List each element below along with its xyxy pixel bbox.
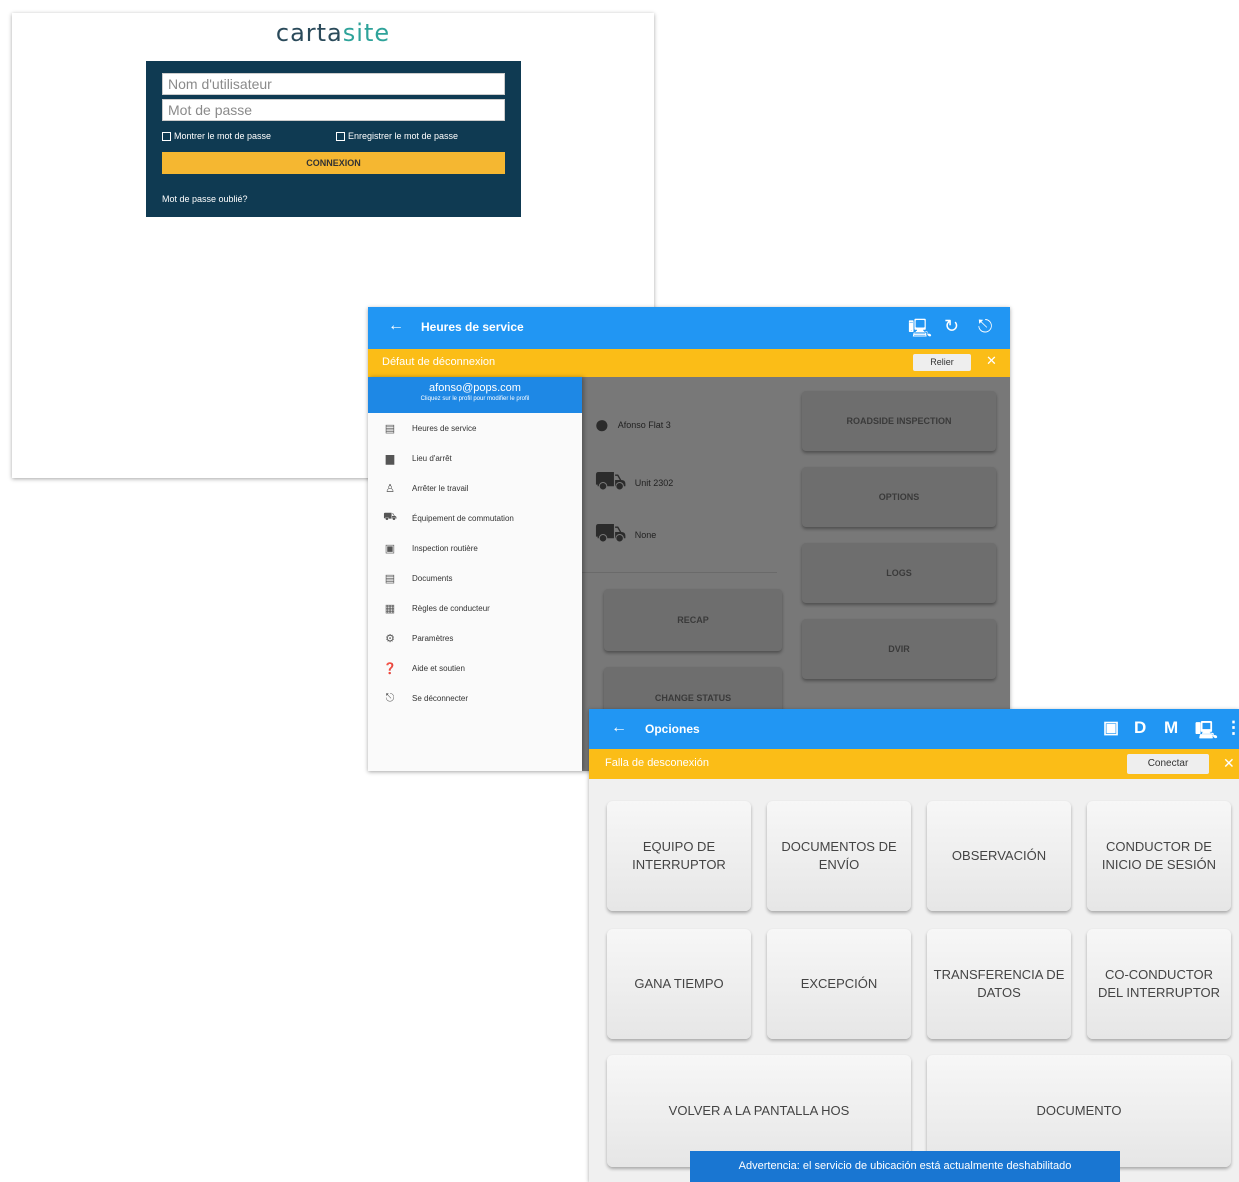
opciones-warning-bar: Falla de desconexión Conectar ✕ xyxy=(589,749,1239,779)
drawer-item-label: Aide et soutien xyxy=(412,663,465,673)
save-password-label: Enregistrer le mot de passe xyxy=(348,131,459,141)
opciones-screen: ← Opciones ▣ D M 🖳 ⋮ Falla de desconexió… xyxy=(589,709,1239,1182)
drawer-subtitle: Cliquez sur le profil pour modifier le p… xyxy=(420,396,530,402)
recap-button[interactable]: RECAP xyxy=(604,589,782,651)
driver-info-card: ● Afonso Flat 3 ⛟ Unit 2302 ⛟ None xyxy=(582,377,777,573)
document-icon: ▤ xyxy=(384,572,396,585)
close-icon[interactable]: ✕ xyxy=(986,353,997,369)
drawer-item-label: Heures de service xyxy=(412,423,477,433)
truck-icon: ⛟ xyxy=(383,511,397,523)
rules-icon: ▦ xyxy=(384,602,396,615)
drawer-item-label: Documents xyxy=(412,573,453,583)
driver-row: ● Afonso Flat 3 xyxy=(594,409,671,440)
forgot-password-link[interactable]: Mot de passe oublié? xyxy=(162,194,248,204)
hos-screen: ← Heures de service 🖳 ↻ ⎋ Défaut de déco… xyxy=(368,307,1010,771)
drawer-item-logout[interactable]: ⎋ Se déconnecter xyxy=(368,683,582,713)
conectar-button[interactable]: Conectar xyxy=(1127,754,1209,774)
trailer-row: ⛟ None xyxy=(594,517,656,552)
device-icon[interactable]: 🖳 xyxy=(908,316,932,346)
drawer-item-label: Arrêter le travail xyxy=(412,483,469,493)
drawer-item-label: Règles de conducteur xyxy=(412,603,490,613)
account-circle-icon: ● xyxy=(594,409,610,439)
vehicle-row: ⛟ Unit 2302 xyxy=(594,465,673,500)
hos-warning-bar: Défaut de déconnexion Relier ✕ xyxy=(368,349,1010,377)
hos-appbar: ← Heures de service 🖳 ↻ ⎋ xyxy=(368,307,1010,349)
opciones-title: Opciones xyxy=(645,722,700,736)
co-conductor-interruptor-button[interactable]: CO-CONDUCTOR DEL INTERRUPTOR xyxy=(1087,929,1231,1039)
drawer-item-inspection[interactable]: ▣ Inspection routière xyxy=(368,533,582,563)
opciones-appbar: ← Opciones ▣ D M 🖳 ⋮ xyxy=(589,709,1239,749)
refresh-icon[interactable]: ↻ xyxy=(944,316,959,337)
hos-title: Heures de service xyxy=(421,320,524,334)
location-warning-toast: Advertencia: el servicio de ubicación es… xyxy=(690,1151,1120,1182)
inspection-icon: ▣ xyxy=(384,542,396,555)
transferencia-datos-button[interactable]: TRANSFERENCIA DE DATOS xyxy=(927,929,1071,1039)
hours-icon: ▤ xyxy=(384,422,396,435)
drawer-item-label: Se déconnecter xyxy=(412,693,469,703)
connect-button[interactable]: CONNEXION xyxy=(162,152,505,174)
login-panel: Nom d'utilisateur Mot de passe Montrer l… xyxy=(146,61,521,217)
close-icon[interactable]: ✕ xyxy=(1223,755,1235,772)
trailer-icon: ⛟ xyxy=(594,517,627,547)
roadside-inspection-button[interactable]: ROADSIDE INSPECTION xyxy=(802,391,996,451)
gana-tiempo-button[interactable]: GANA TIEMPO xyxy=(607,929,751,1039)
drawer-item-label: Équipement de commutation xyxy=(412,513,514,523)
logout-icon[interactable]: ⎋ xyxy=(978,316,992,337)
message-icon[interactable]: ▣ xyxy=(1103,718,1119,738)
truck-icon: ⛟ xyxy=(594,465,627,495)
drawer-item-label: Lieu d'arrêt xyxy=(412,453,452,463)
opciones-warning-text: Falla de desconexión xyxy=(605,757,709,769)
checkbox-icon xyxy=(336,131,345,141)
drawer-item-help[interactable]: ❓ Aide et soutien xyxy=(368,653,582,683)
device-icon[interactable]: 🖳 xyxy=(1195,718,1218,747)
hos-connect-button[interactable]: Relier xyxy=(913,354,971,371)
trailer-name: None xyxy=(634,529,657,540)
username-input[interactable]: Nom d'utilisateur xyxy=(162,73,505,95)
logout-icon: ⎋ xyxy=(385,691,395,704)
work-icon: ▆ xyxy=(385,452,395,465)
back-arrow-icon[interactable]: ← xyxy=(611,719,627,737)
drawer-item-hours[interactable]: ▤ Heures de service xyxy=(368,413,582,443)
logs-button[interactable]: LOGS xyxy=(802,543,996,603)
password-input[interactable]: Mot de passe xyxy=(162,99,505,121)
cartasite-logo: cartasite xyxy=(275,19,391,47)
back-arrow-icon[interactable]: ← xyxy=(388,317,404,335)
settings-icon: ⚙ xyxy=(385,632,395,645)
drawer-item-work[interactable]: ▆ Lieu d'arrêt xyxy=(368,443,582,473)
drawer-item-settings[interactable]: ⚙ Paramètres xyxy=(368,623,582,653)
drawer-item-documents[interactable]: ▤ Documents xyxy=(368,563,582,593)
show-password-label: Montrer le mot de passe xyxy=(174,131,272,141)
documentos-envio-button[interactable]: DOCUMENTOS DE ENVÍO xyxy=(767,801,911,911)
save-password-checkbox[interactable]: Enregistrer le mot de passe xyxy=(336,131,458,141)
equipo-interruptor-button[interactable]: EQUIPO DE INTERRUPTOR xyxy=(607,801,751,911)
conductor-inicio-sesion-button[interactable]: CONDUCTOR DE INICIO DE SESIÓN xyxy=(1087,801,1231,911)
vehicle-name: Unit 2302 xyxy=(634,477,674,488)
nav-drawer: afonso@pops.com Cliquez sur le profil po… xyxy=(368,377,582,771)
drawer-header[interactable]: afonso@pops.com Cliquez sur le profil po… xyxy=(368,377,582,413)
observacion-button[interactable]: OBSERVACIÓN xyxy=(927,801,1071,911)
help-icon: ❓ xyxy=(383,662,397,675)
driver-name: Afonso Flat 3 xyxy=(617,419,671,430)
excepcion-button[interactable]: EXCEPCIÓN xyxy=(767,929,911,1039)
drawer-email: afonso@pops.com xyxy=(429,382,521,394)
drawer-item-driver[interactable]: ♙ Arrêter le travail xyxy=(368,473,582,503)
drawer-item-label: Paramètres xyxy=(412,633,454,643)
checkbox-icon xyxy=(162,131,171,141)
m-status-icon[interactable]: M xyxy=(1164,718,1178,738)
options-button[interactable]: OPTIONS xyxy=(802,467,996,527)
dvir-button[interactable]: DVIR xyxy=(802,619,996,679)
d-status-icon[interactable]: D xyxy=(1134,718,1146,738)
hos-warning-text: Défaut de déconnexion xyxy=(382,356,496,368)
overflow-menu-icon[interactable]: ⋮ xyxy=(1225,718,1239,738)
show-password-checkbox[interactable]: Montrer le mot de passe xyxy=(162,131,271,141)
drawer-item-label: Inspection routière xyxy=(412,543,478,553)
drawer-item-equipment[interactable]: ⛟ Équipement de commutation xyxy=(368,503,582,533)
driver-icon: ♙ xyxy=(385,482,395,495)
drawer-item-rules[interactable]: ▦ Règles de conducteur xyxy=(368,593,582,623)
